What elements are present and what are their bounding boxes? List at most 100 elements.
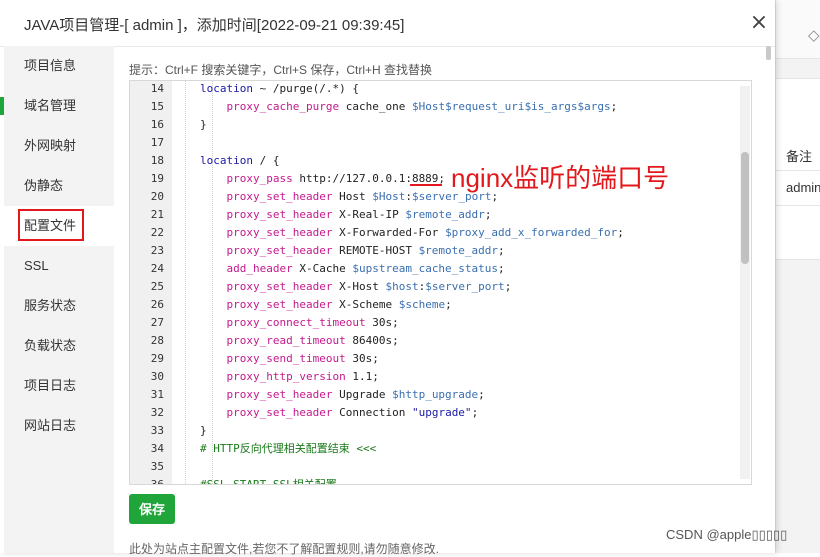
line-number: 21 — [150, 208, 164, 221]
sidebar-item-config-file[interactable]: 配置文件 — [4, 206, 114, 246]
background-divider — [776, 170, 820, 171]
code-line: 14 location ~ /purge(/.*) { — [130, 81, 740, 98]
project-dialog: JAVA项目管理-[ admin ]，添加时间[2022-09-21 09:39… — [0, 0, 775, 556]
code-line: 17 — [130, 134, 740, 152]
code-line: 30 proxy_http_version 1.1; — [130, 368, 740, 386]
sidebar-item-label: 网站日志 — [24, 418, 77, 433]
code-text: proxy_send_timeout 30s; — [226, 352, 379, 365]
background-header: ◇ — [776, 0, 820, 59]
code-line: 34 # HTTP反向代理相关配置结束 <<< — [130, 440, 740, 458]
code-text: add_header X-Cache $upstream_cache_statu… — [226, 262, 505, 275]
line-number: 36 — [150, 478, 164, 485]
code-line: 32 proxy_set_header Connection "upgrade"… — [130, 404, 740, 422]
dialog-sidebar: 项目信息 域名管理 外网映射 伪静态 配置文件 SSL 服务状态 负载状态 项目… — [4, 46, 114, 553]
sidebar-item-ssl[interactable]: SSL — [4, 246, 114, 286]
code-line: 28 proxy_read_timeout 86400s; — [130, 332, 740, 350]
dialog-scrollbar[interactable] — [766, 46, 771, 60]
code-line: 27 proxy_connect_timeout 30s; — [130, 314, 740, 332]
diamond-icon: ◇ — [808, 26, 820, 44]
sidebar-item-label: 外网映射 — [24, 138, 77, 153]
code-text: proxy_read_timeout 86400s; — [226, 334, 399, 347]
line-number: 33 — [150, 424, 164, 437]
line-number: 16 — [150, 118, 164, 131]
close-icon[interactable]: × — [749, 12, 769, 34]
port-annotation: nginx监听的端口号 — [451, 163, 670, 193]
background-cell: admin — [786, 180, 820, 195]
code-text: location ~ /purge(/.*) { — [200, 82, 359, 95]
code-line: 35 — [130, 458, 740, 476]
line-number: 29 — [150, 352, 164, 365]
editor-tip: 提示：Ctrl+F 搜索关键字，Ctrl+S 保存，Ctrl+H 查找替换 — [129, 63, 433, 77]
code-text: proxy_cache_purge cache_one $Host$reques… — [226, 100, 618, 113]
line-number: 35 — [150, 460, 164, 473]
sidebar-item-rewrite[interactable]: 伪静态 — [4, 166, 114, 206]
sidebar-item-load-status[interactable]: 负载状态 — [4, 326, 114, 366]
sidebar-item-label: 项目信息 — [24, 58, 77, 73]
code-text: #SSL-START SSL相关配置 — [200, 478, 337, 485]
code-line: 15 proxy_cache_purge cache_one $Host$req… — [130, 98, 740, 116]
code-text: proxy_set_header X-Forwarded-For $proxy_… — [226, 226, 624, 239]
code-text: proxy_connect_timeout 30s; — [226, 316, 399, 329]
code-text: } — [200, 424, 207, 437]
sidebar-item-project-log[interactable]: 项目日志 — [4, 366, 114, 406]
code-lines: 14 location ~ /purge(/.*) { 15 proxy_cache… — [130, 81, 740, 485]
code-text: # HTTP反向代理相关配置结束 <<< — [200, 442, 377, 455]
dialog-title: JAVA项目管理-[ admin ]，添加时间[2022-09-21 09:39… — [24, 17, 405, 34]
code-text: proxy_set_header REMOTE-HOST $remote_add… — [226, 244, 505, 257]
dialog-header: JAVA项目管理-[ admin ]，添加时间[2022-09-21 09:39… — [0, 0, 775, 47]
background-table — [776, 78, 820, 260]
line-number: 28 — [150, 334, 164, 347]
line-number: 26 — [150, 298, 164, 311]
code-line: 26 proxy_set_header X-Scheme $scheme; — [130, 296, 740, 314]
code-text: proxy_set_header X-Real-IP $remote_addr; — [226, 208, 492, 221]
line-number: 24 — [150, 262, 164, 275]
sidebar-item-external-mapping[interactable]: 外网映射 — [4, 126, 114, 166]
code-line: 16} — [130, 116, 740, 134]
sidebar-item-label: 服务状态 — [24, 298, 77, 313]
code-text: proxy_pass http://127.0.0.1:8889; — [226, 172, 446, 185]
line-number: 20 — [150, 190, 164, 203]
code-line: 29 proxy_send_timeout 30s; — [130, 350, 740, 368]
background-column-header: 备注 — [786, 149, 813, 164]
line-number: 30 — [150, 370, 164, 383]
line-number: 34 — [150, 442, 164, 455]
sidebar-item-service-status[interactable]: 服务状态 — [4, 286, 114, 326]
sidebar-item-domain[interactable]: 域名管理 — [4, 86, 114, 126]
config-warning-note: 此处为站点主配置文件,若您不了解配置规则,请勿随意修改. — [129, 542, 440, 556]
background-page: ◇ 备注 admin — [775, 0, 820, 553]
code-editor[interactable]: 14 location ~ /purge(/.*) { 15 proxy_cache… — [129, 80, 752, 485]
line-number: 19 — [150, 172, 164, 185]
line-number: 17 — [150, 136, 164, 149]
sidebar-item-label: 负载状态 — [24, 338, 77, 353]
code-text: location / { — [200, 154, 280, 167]
code-text: proxy_set_header Connection "upgrade"; — [226, 406, 479, 419]
code-line: 25 proxy_set_header X-Host $host:$server… — [130, 278, 740, 296]
sidebar-item-label: 域名管理 — [24, 98, 77, 113]
code-line: 23 proxy_set_header REMOTE-HOST $remote_… — [130, 242, 740, 260]
line-number: 23 — [150, 244, 164, 257]
code-line: 36 #SSL-START SSL相关配置 — [130, 476, 740, 485]
sidebar-item-label: SSL — [24, 258, 49, 273]
code-line: 33} — [130, 422, 740, 440]
code-line: 31 proxy_set_header Upgrade $http_upgrad… — [130, 386, 740, 404]
code-text: proxy_set_header X-Host $host:$server_po… — [226, 280, 512, 293]
sidebar-item-site-log[interactable]: 网站日志 — [4, 406, 114, 446]
sidebar-item-project-info[interactable]: 项目信息 — [4, 46, 114, 86]
line-number: 25 — [150, 280, 164, 293]
code-line: 22 proxy_set_header X-Forwarded-For $pro… — [130, 224, 740, 242]
line-number: 15 — [150, 100, 164, 113]
code-text: proxy_set_header X-Scheme $scheme; — [226, 298, 452, 311]
line-number: 32 — [150, 406, 164, 419]
code-text: } — [200, 118, 207, 131]
code-line: 21 proxy_set_header X-Real-IP $remote_ad… — [130, 206, 740, 224]
watermark: CSDN @apple▯▯▯▯▯ — [666, 527, 788, 542]
line-number: 27 — [150, 316, 164, 329]
editor-scrollbar[interactable] — [740, 86, 750, 479]
save-button[interactable]: 保存 — [129, 494, 175, 524]
sidebar-item-label: 项目日志 — [24, 378, 77, 393]
background-divider — [776, 205, 820, 206]
port-underline-mark — [410, 184, 442, 186]
line-number: 31 — [150, 388, 164, 401]
editor-scrollbar-thumb[interactable] — [741, 152, 749, 264]
line-number: 14 — [150, 82, 164, 95]
